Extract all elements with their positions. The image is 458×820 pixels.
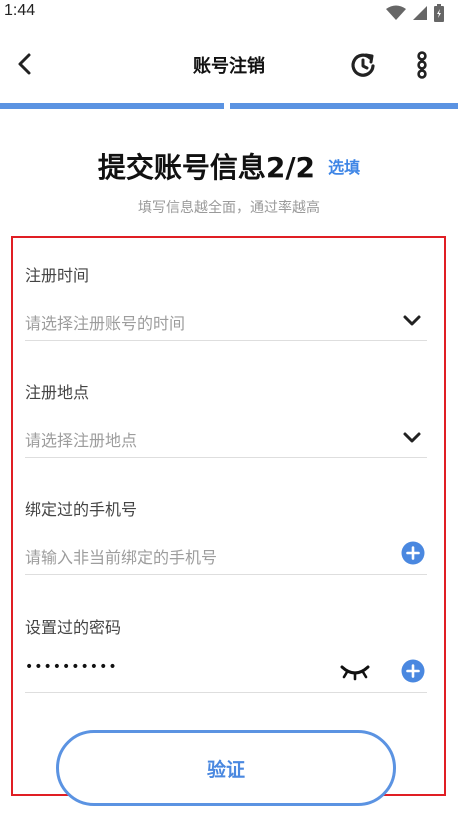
step-1-bar bbox=[0, 103, 224, 109]
status-time: 1:44 bbox=[4, 2, 36, 19]
register-place-select[interactable]: 请选择注册地点 bbox=[25, 427, 137, 451]
status-bar: 1:44 bbox=[0, 0, 458, 28]
register-place-label: 注册地点 bbox=[25, 383, 90, 402]
verify-button[interactable]: 验证 bbox=[56, 730, 396, 806]
more-button[interactable] bbox=[408, 50, 436, 84]
register-time-field: 注册时间 请选择注册账号的时间 bbox=[25, 262, 427, 342]
field-divider bbox=[25, 692, 427, 693]
chevron-down-icon[interactable] bbox=[401, 310, 423, 332]
chevron-down-icon[interactable] bbox=[401, 427, 423, 449]
app-bar: 账号注销 bbox=[0, 36, 458, 96]
status-icons bbox=[386, 4, 444, 26]
refresh-button[interactable] bbox=[346, 50, 380, 84]
add-phone-button[interactable] bbox=[401, 541, 425, 569]
bound-phone-label: 绑定过的手机号 bbox=[25, 500, 138, 519]
password-label: 设置过的密码 bbox=[25, 618, 122, 637]
add-password-button[interactable] bbox=[401, 659, 425, 687]
battery-icon bbox=[434, 4, 444, 26]
field-divider bbox=[25, 340, 427, 341]
heading-title: 提交账号信息2/2 bbox=[97, 151, 316, 184]
toggle-visibility-button[interactable] bbox=[339, 662, 371, 684]
subtitle: 填写信息越全面，通过率越高 bbox=[138, 200, 320, 216]
plus-circle-icon bbox=[401, 659, 425, 687]
register-time-label: 注册时间 bbox=[25, 266, 90, 285]
signal-icon bbox=[412, 5, 428, 25]
bound-phone-input[interactable]: 请输入非当前绑定的手机号 bbox=[25, 544, 217, 568]
register-time-select[interactable]: 请选择注册账号的时间 bbox=[25, 310, 185, 334]
page-title: 账号注销 bbox=[193, 56, 265, 77]
eye-closed-icon bbox=[340, 661, 370, 685]
optional-tag: 选填 bbox=[328, 158, 361, 177]
field-divider bbox=[25, 457, 427, 458]
step-2-bar bbox=[230, 103, 458, 109]
register-place-field: 注册地点 请选择注册地点 bbox=[25, 379, 427, 459]
bound-phone-field: 绑定过的手机号 请输入非当前绑定的手机号 bbox=[25, 496, 427, 576]
step-progress bbox=[0, 103, 458, 109]
more-vertical-icon bbox=[416, 51, 428, 83]
password-input[interactable]: •••••••••• bbox=[25, 659, 118, 675]
plus-circle-icon bbox=[401, 541, 425, 569]
wifi-icon bbox=[386, 5, 406, 25]
password-field: 设置过的密码 •••••••••• bbox=[25, 614, 427, 694]
field-divider bbox=[25, 574, 427, 575]
heading: 提交账号信息2/2 选填 bbox=[0, 146, 458, 186]
refresh-icon bbox=[348, 50, 378, 84]
